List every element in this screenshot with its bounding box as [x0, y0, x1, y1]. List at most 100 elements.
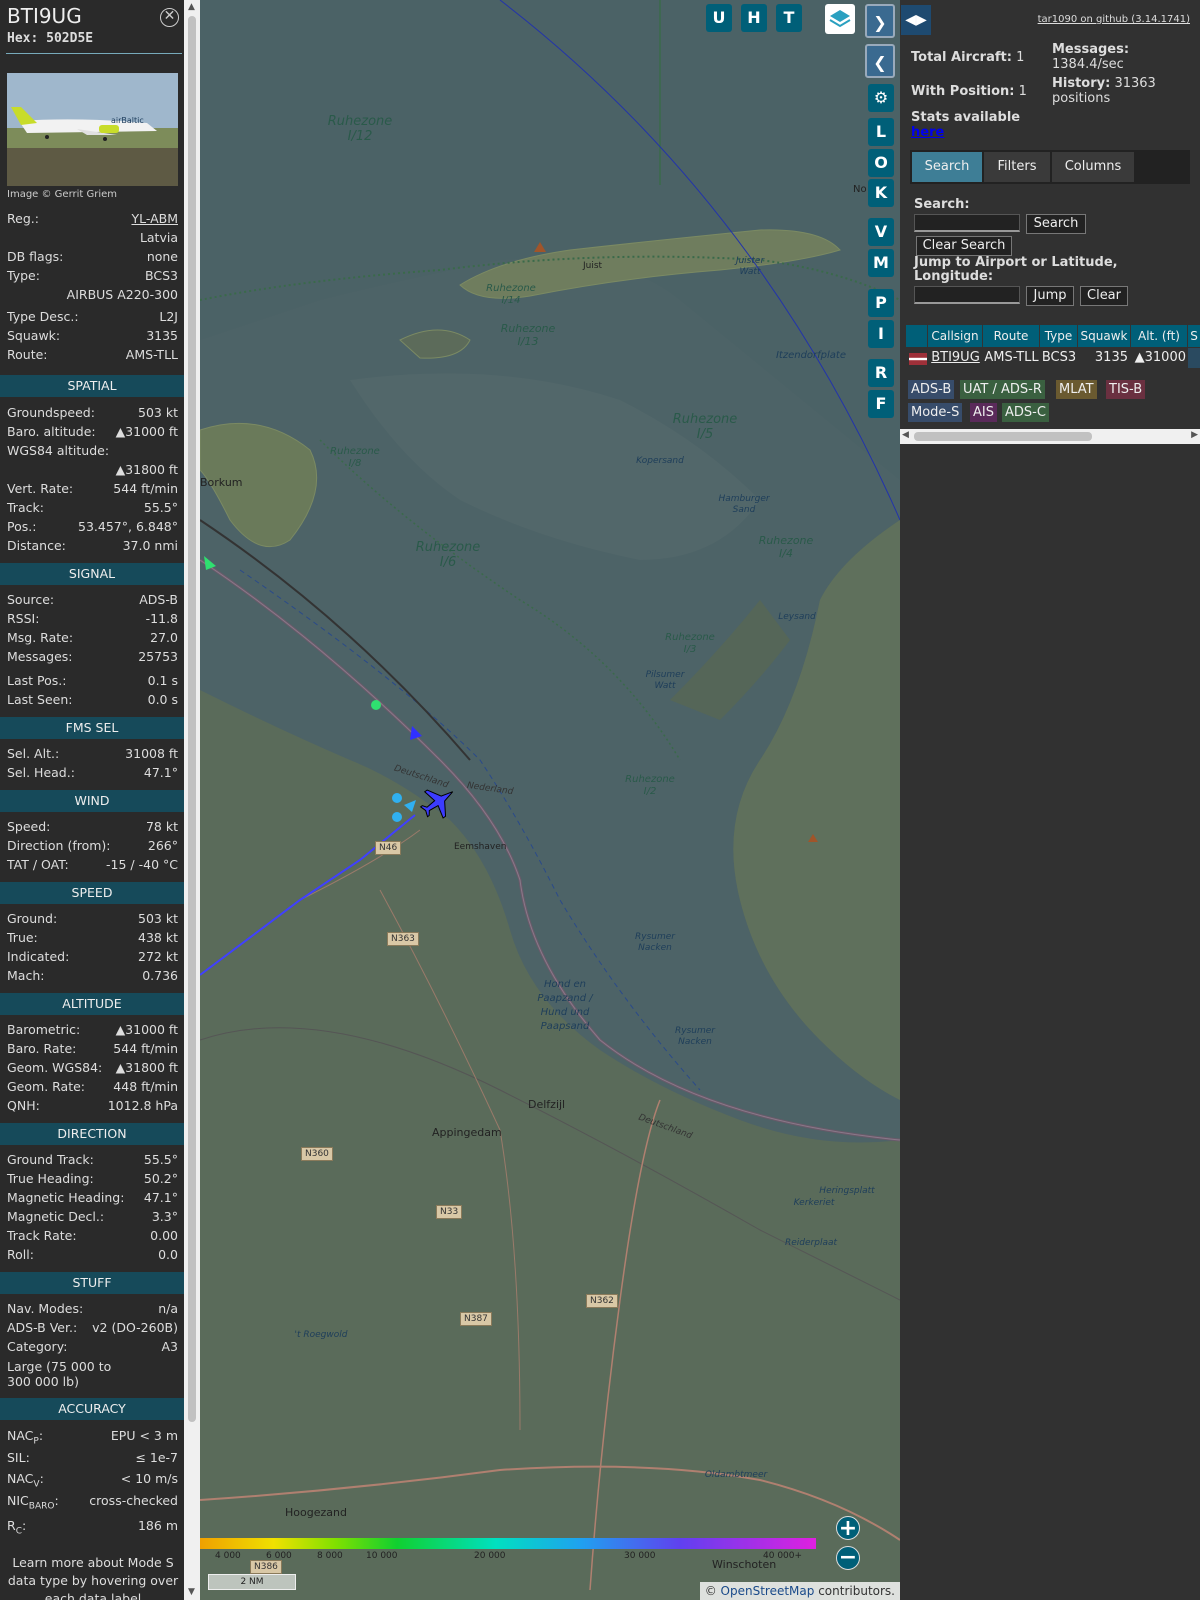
registration-link[interactable]: YL-ABM	[131, 211, 178, 229]
scrollbar-thumb[interactable]	[188, 16, 196, 1422]
table-row[interactable]: BTI9UG AMS-TLL BCS3 3135 ▲31000	[906, 348, 1200, 368]
road-shield: N386	[250, 1560, 282, 1574]
map-key-o[interactable]: O	[868, 149, 894, 177]
unit-toggle-button[interactable]: U	[706, 4, 732, 32]
speed-cell	[1188, 348, 1200, 368]
source-mlat-badge[interactable]: MLAT	[1056, 380, 1097, 399]
detail-value: ▲31800 ft	[115, 1060, 178, 1075]
type-full-row: AIRBUS A220-300	[7, 287, 178, 305]
other-aircraft-dot[interactable]	[371, 700, 381, 710]
table-horizontal-scrollbar[interactable]: ◀ ▶	[900, 429, 1200, 444]
detail-label: ADS-B Ver.:	[7, 1320, 78, 1335]
settings-button[interactable]: ⚙	[868, 84, 894, 112]
map-key-p[interactable]: P	[868, 289, 894, 317]
altitude-legend-label: 30 000	[624, 1551, 656, 1561]
detail-row: Sel. Head.: 47.1°	[7, 765, 178, 783]
jump-input[interactable]	[914, 286, 1020, 304]
source-ais-badge[interactable]: AIS	[970, 403, 997, 422]
source-adsb-badge[interactable]: ADS-B	[908, 380, 955, 399]
column-header-altitude[interactable]: Alt. (ft)	[1131, 325, 1188, 347]
detail-label: WGS84 altitude:	[7, 443, 110, 458]
layers-button[interactable]	[825, 4, 855, 34]
toggle-panel-width-button[interactable]: ◀▶	[901, 5, 931, 35]
layers-icon	[829, 10, 851, 28]
callsign-cell[interactable]: BTI9UG	[928, 348, 983, 368]
road-shield: N363	[387, 932, 419, 946]
detail-value: -11.8	[145, 611, 178, 626]
map-key-m[interactable]: M	[868, 249, 894, 277]
search-input[interactable]	[914, 214, 1020, 232]
zoom-out-button[interactable]: −	[836, 1546, 860, 1570]
column-header-speed[interactable]: S	[1188, 325, 1200, 347]
column-header-route[interactable]: Route	[983, 325, 1040, 347]
map-key-k[interactable]: K	[868, 179, 894, 207]
clear-search-button[interactable]: Clear Search	[916, 236, 1012, 256]
squawk-label: Squawk:	[7, 328, 61, 343]
map-label: Itzendorfplate	[775, 350, 847, 361]
map-label: Pilsumer Watt	[645, 670, 685, 691]
source-tisb-badge[interactable]: TIS-B	[1106, 380, 1146, 399]
detail-value: 50.2°	[143, 1171, 178, 1186]
detail-row: Geom. Rate: 448 ft/min	[7, 1079, 178, 1097]
source-uat-badge[interactable]: UAT / ADS-R	[960, 380, 1045, 399]
search-button[interactable]: Search	[1026, 214, 1086, 234]
aircraft-photo[interactable]: airBaltic	[7, 73, 178, 186]
scroll-right-icon[interactable]: ▶	[1191, 430, 1198, 440]
hide-sidebar-button[interactable]: H	[741, 4, 767, 32]
collapse-panel-button[interactable]: ❮	[865, 44, 895, 78]
detail-row: Speed: 78 kt	[7, 819, 178, 837]
tab-search[interactable]: Search	[912, 152, 982, 182]
type-label: Type:	[7, 268, 40, 283]
map-view[interactable]: Ruhezone I/12 Ruhezone I/14 Ruhezone I/1…	[200, 0, 900, 1600]
column-header-squawk[interactable]: Squawk	[1078, 325, 1131, 347]
trace-button[interactable]: T	[776, 4, 802, 32]
other-aircraft-dot[interactable]	[392, 812, 402, 822]
column-header-type[interactable]: Type	[1040, 325, 1078, 347]
detail-label: Magnetic Heading:	[7, 1190, 125, 1205]
scroll-down-icon[interactable]: ▼	[188, 1588, 195, 1597]
map-key-v[interactable]: V	[868, 218, 894, 246]
total-aircraft-value: 1	[1016, 50, 1025, 65]
scroll-left-icon[interactable]: ◀	[902, 430, 909, 440]
svg-text:airBaltic: airBaltic	[111, 116, 144, 125]
tab-columns[interactable]: Columns	[1052, 152, 1134, 182]
place-label: Juist	[583, 261, 603, 271]
detail-row: Baro. altitude: ▲31000 ft	[7, 424, 178, 442]
source-modes-badge[interactable]: Mode-S	[908, 403, 963, 422]
photo-caption: Image © Gerrit Griem	[7, 189, 118, 200]
zoom-in-button[interactable]: +	[836, 1516, 860, 1541]
map-key-r[interactable]: R	[868, 359, 894, 387]
map-key-l[interactable]: L	[868, 118, 894, 146]
detail-label: 300 000 lb)	[7, 1374, 79, 1389]
detail-row: Geom. WGS84: ▲31800 ft	[7, 1060, 178, 1078]
detail-row: Distance: 37.0 nmi	[7, 538, 178, 556]
github-link[interactable]: tar1090 on github (3.14.1741)	[1038, 14, 1190, 25]
column-header-callsign[interactable]: Callsign	[928, 325, 983, 347]
sidebar-scrollbar[interactable]: ▲ ▼	[184, 0, 200, 1600]
close-icon[interactable]: ✕	[160, 8, 179, 27]
column-header-flag[interactable]	[906, 325, 928, 347]
osm-link[interactable]: OpenStreetMap	[721, 1584, 815, 1598]
detail-value: 47.1°	[143, 1190, 178, 1205]
rc-label-main: R	[7, 1518, 16, 1533]
clear-button[interactable]: Clear	[1080, 286, 1128, 306]
jump-button[interactable]: Jump	[1026, 286, 1074, 306]
place-label: Eemshaven	[454, 842, 507, 852]
other-aircraft-dot[interactable]	[392, 793, 402, 803]
scroll-up-icon[interactable]: ▲	[188, 3, 195, 12]
squawk-cell: 3135	[1094, 350, 1128, 365]
detail-row: RSSI: -11.8	[7, 611, 178, 629]
stats-link[interactable]: here	[911, 125, 944, 140]
route-row: Route: AMS-TLL	[7, 347, 178, 365]
detail-value: 448 ft/min	[113, 1079, 178, 1094]
detail-row: QNH: 1012.8 hPa	[7, 1098, 178, 1116]
source-adsc-badge[interactable]: ADS-C	[1002, 403, 1049, 422]
detail-label: QNH:	[7, 1098, 40, 1113]
expand-panel-button[interactable]: ❯	[865, 4, 895, 38]
map-key-i[interactable]: I	[868, 320, 894, 348]
latvia-flag-icon	[909, 353, 927, 365]
detail-label: Mach:	[7, 968, 45, 983]
scrollbar-thumb[interactable]	[914, 432, 1092, 441]
map-key-f[interactable]: F	[868, 390, 894, 418]
tab-filters[interactable]: Filters	[984, 152, 1050, 182]
